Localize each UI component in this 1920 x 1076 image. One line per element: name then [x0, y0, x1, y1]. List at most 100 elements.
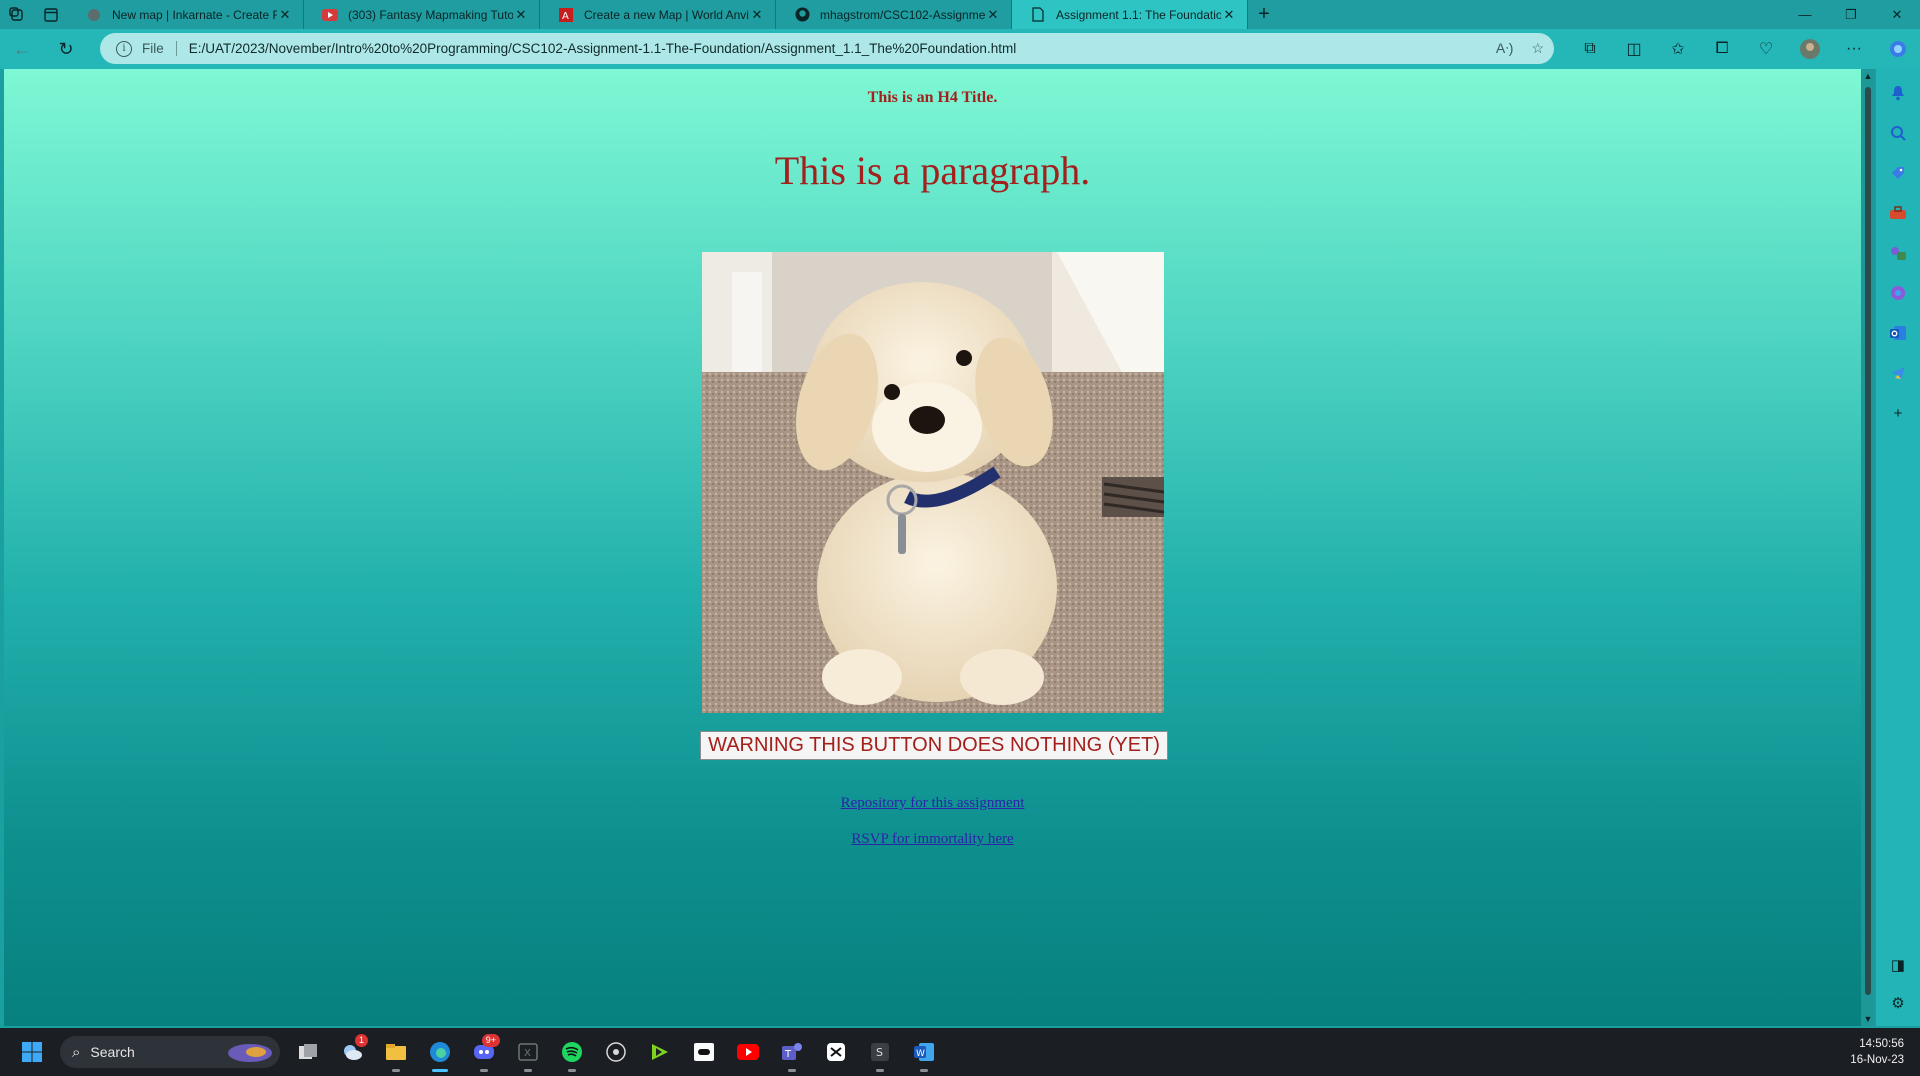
outlook-icon[interactable] [1886, 321, 1910, 345]
spotify-icon[interactable] [550, 1028, 594, 1076]
word-icon[interactable]: W [902, 1028, 946, 1076]
rsvp-link[interactable]: RSVP for immortality here [4, 831, 1861, 848]
discord-icon[interactable]: 9+ [462, 1028, 506, 1076]
new-tab-button[interactable]: + [1248, 0, 1280, 29]
discord-badge: 9+ [481, 1034, 500, 1047]
inkarnate-icon [86, 7, 102, 23]
svg-text:X: X [524, 1048, 531, 1059]
excel-icon[interactable]: X [506, 1028, 550, 1076]
svg-text:T: T [784, 1049, 792, 1060]
file-explorer-icon[interactable] [374, 1028, 418, 1076]
search-icon: ⌕ [72, 1043, 81, 1061]
tab-title: (303) Fantasy Mapmaking Tutori [348, 7, 513, 22]
navigation-bar: ← ↻ i File E:/UAT/2023/November/Intro%20… [0, 29, 1920, 69]
tab-title: New map | Inkarnate - Create Fa [112, 7, 277, 22]
search-label: Search [90, 1044, 135, 1060]
windows-start-icon[interactable] [10, 1028, 54, 1076]
m365-icon[interactable] [1886, 281, 1910, 305]
profile-avatar-icon[interactable] [1788, 29, 1832, 69]
site-info-icon[interactable]: i [116, 40, 132, 57]
scroll-down-icon[interactable]: ▼ [1863, 1014, 1873, 1024]
scrollbar-thumb[interactable] [1865, 87, 1871, 995]
tab-title: Assignment 1.1: The Foundation [1056, 7, 1221, 22]
settings-gear-icon[interactable]: ⚙ [1886, 991, 1910, 1015]
window-controls: — ❐ ✕ [1782, 0, 1920, 29]
drop-icon[interactable] [1886, 361, 1910, 385]
scroll-up-icon[interactable]: ▲ [1863, 71, 1873, 81]
taskbar-search[interactable]: ⌕ Search [60, 1036, 280, 1068]
svg-text:W: W [916, 1049, 925, 1059]
warning-button[interactable]: WARNING THIS BUTTON DOES NOTHING (YET) [700, 731, 1168, 760]
shopping-tag-icon[interactable] [1886, 161, 1910, 185]
tab-inkarnate[interactable]: New map | Inkarnate - Create Fa ✕ [68, 0, 304, 29]
tab-github[interactable]: mhagstrom/CSC102-Assignment ✕ [776, 0, 1012, 29]
extensions-icon[interactable]: ⧉ [1568, 29, 1612, 69]
close-tab-icon[interactable]: ✕ [513, 7, 529, 23]
add-app-icon[interactable]: + [1886, 401, 1910, 425]
url-text[interactable]: E:/UAT/2023/November/Intro%20to%20Progra… [189, 41, 1016, 56]
github-icon [794, 7, 810, 23]
tab-youtube[interactable]: (303) Fantasy Mapmaking Tutori ✕ [304, 0, 540, 29]
puppy-image [702, 252, 1164, 713]
system-clock[interactable]: 14:50:56 16-Nov-23 [1850, 1036, 1904, 1068]
workspaces-icon[interactable] [0, 0, 34, 29]
youtube-icon[interactable] [726, 1028, 770, 1076]
clock-time: 14:50:56 [1859, 1038, 1904, 1050]
restore-icon[interactable]: ❐ [1828, 0, 1874, 29]
search-icon[interactable] [1886, 121, 1910, 145]
split-screen-icon[interactable]: ◫ [1612, 29, 1656, 69]
rectangle-app-icon[interactable] [682, 1028, 726, 1076]
games-icon[interactable] [1886, 241, 1910, 265]
obs-icon[interactable] [594, 1028, 638, 1076]
capcut-icon[interactable] [814, 1028, 858, 1076]
bell-icon[interactable] [1886, 81, 1910, 105]
teams-icon[interactable]: T [770, 1028, 814, 1076]
title-bar: New map | Inkarnate - Create Fa ✕ (303) … [0, 0, 1920, 29]
clock-date: 16-Nov-23 [1850, 1054, 1904, 1066]
refresh-icon[interactable]: ↻ [44, 29, 88, 69]
game-app-icon[interactable] [638, 1028, 682, 1076]
more-options-icon[interactable]: ··· [1832, 29, 1876, 69]
back-icon[interactable]: ← [0, 29, 44, 69]
toolbox-icon[interactable] [1886, 201, 1910, 225]
h4-title: This is an H4 Title. [867, 89, 998, 106]
performance-icon[interactable]: ♡ [1744, 29, 1788, 69]
toolbar-buttons: ⧉ ◫ ✩ ⧠ ♡ ··· [1568, 29, 1920, 69]
read-aloud-icon[interactable]: Aᐧ) [1496, 40, 1514, 57]
vertical-scrollbar[interactable]: ▲ ▼ [1861, 69, 1875, 1026]
scheme-label: File [142, 41, 177, 56]
page-icon [1030, 7, 1046, 23]
page-viewport: This is an H4 Title. This is a paragraph… [4, 69, 1861, 1026]
close-tab-icon[interactable]: ✕ [1221, 7, 1237, 23]
weather-badge: 1 [354, 1034, 368, 1047]
favorite-star-icon[interactable]: ☆ [1531, 40, 1544, 57]
sidebar-toggle-icon[interactable]: ◨ [1886, 953, 1910, 977]
minimize-icon[interactable]: — [1782, 0, 1828, 29]
page-paragraph: This is a paragraph. [774, 148, 1091, 193]
svg-text:A: A [562, 11, 569, 22]
address-bar[interactable]: i File E:/UAT/2023/November/Intro%20to%2… [100, 33, 1554, 64]
svg-text:S: S [876, 1046, 883, 1059]
close-tab-icon[interactable]: ✕ [985, 7, 1001, 23]
task-view-icon[interactable] [286, 1028, 330, 1076]
edge-sidebar: + ◨ ⚙ [1876, 69, 1920, 1026]
tab-actions-icon[interactable] [34, 0, 68, 29]
scrivener-icon[interactable]: S [858, 1028, 902, 1076]
search-highlight-icon [228, 1044, 272, 1062]
tab-title: mhagstrom/CSC102-Assignment [820, 7, 985, 22]
world-anvil-icon: A [558, 7, 574, 23]
close-tab-icon[interactable]: ✕ [749, 7, 765, 23]
tab-title: Create a new Map | World Anvil [584, 7, 749, 22]
favorites-icon[interactable]: ✩ [1656, 29, 1700, 69]
copilot-icon[interactable] [1876, 29, 1920, 69]
youtube-icon [322, 7, 338, 23]
weather-icon[interactable]: 1 [330, 1028, 374, 1076]
close-window-icon[interactable]: ✕ [1874, 0, 1920, 29]
edge-icon[interactable] [418, 1028, 462, 1076]
taskbar: ⌕ Search 1 9+ X T S W 14:50:56 16-Nov-23 [0, 1028, 1920, 1076]
close-tab-icon[interactable]: ✕ [277, 7, 293, 23]
tab-assignment[interactable]: Assignment 1.1: The Foundation ✕ [1012, 0, 1248, 29]
collections-icon[interactable]: ⧠ [1700, 29, 1744, 69]
repository-link[interactable]: Repository for this assignment [4, 795, 1861, 812]
tab-world-anvil[interactable]: A Create a new Map | World Anvil ✕ [540, 0, 776, 29]
